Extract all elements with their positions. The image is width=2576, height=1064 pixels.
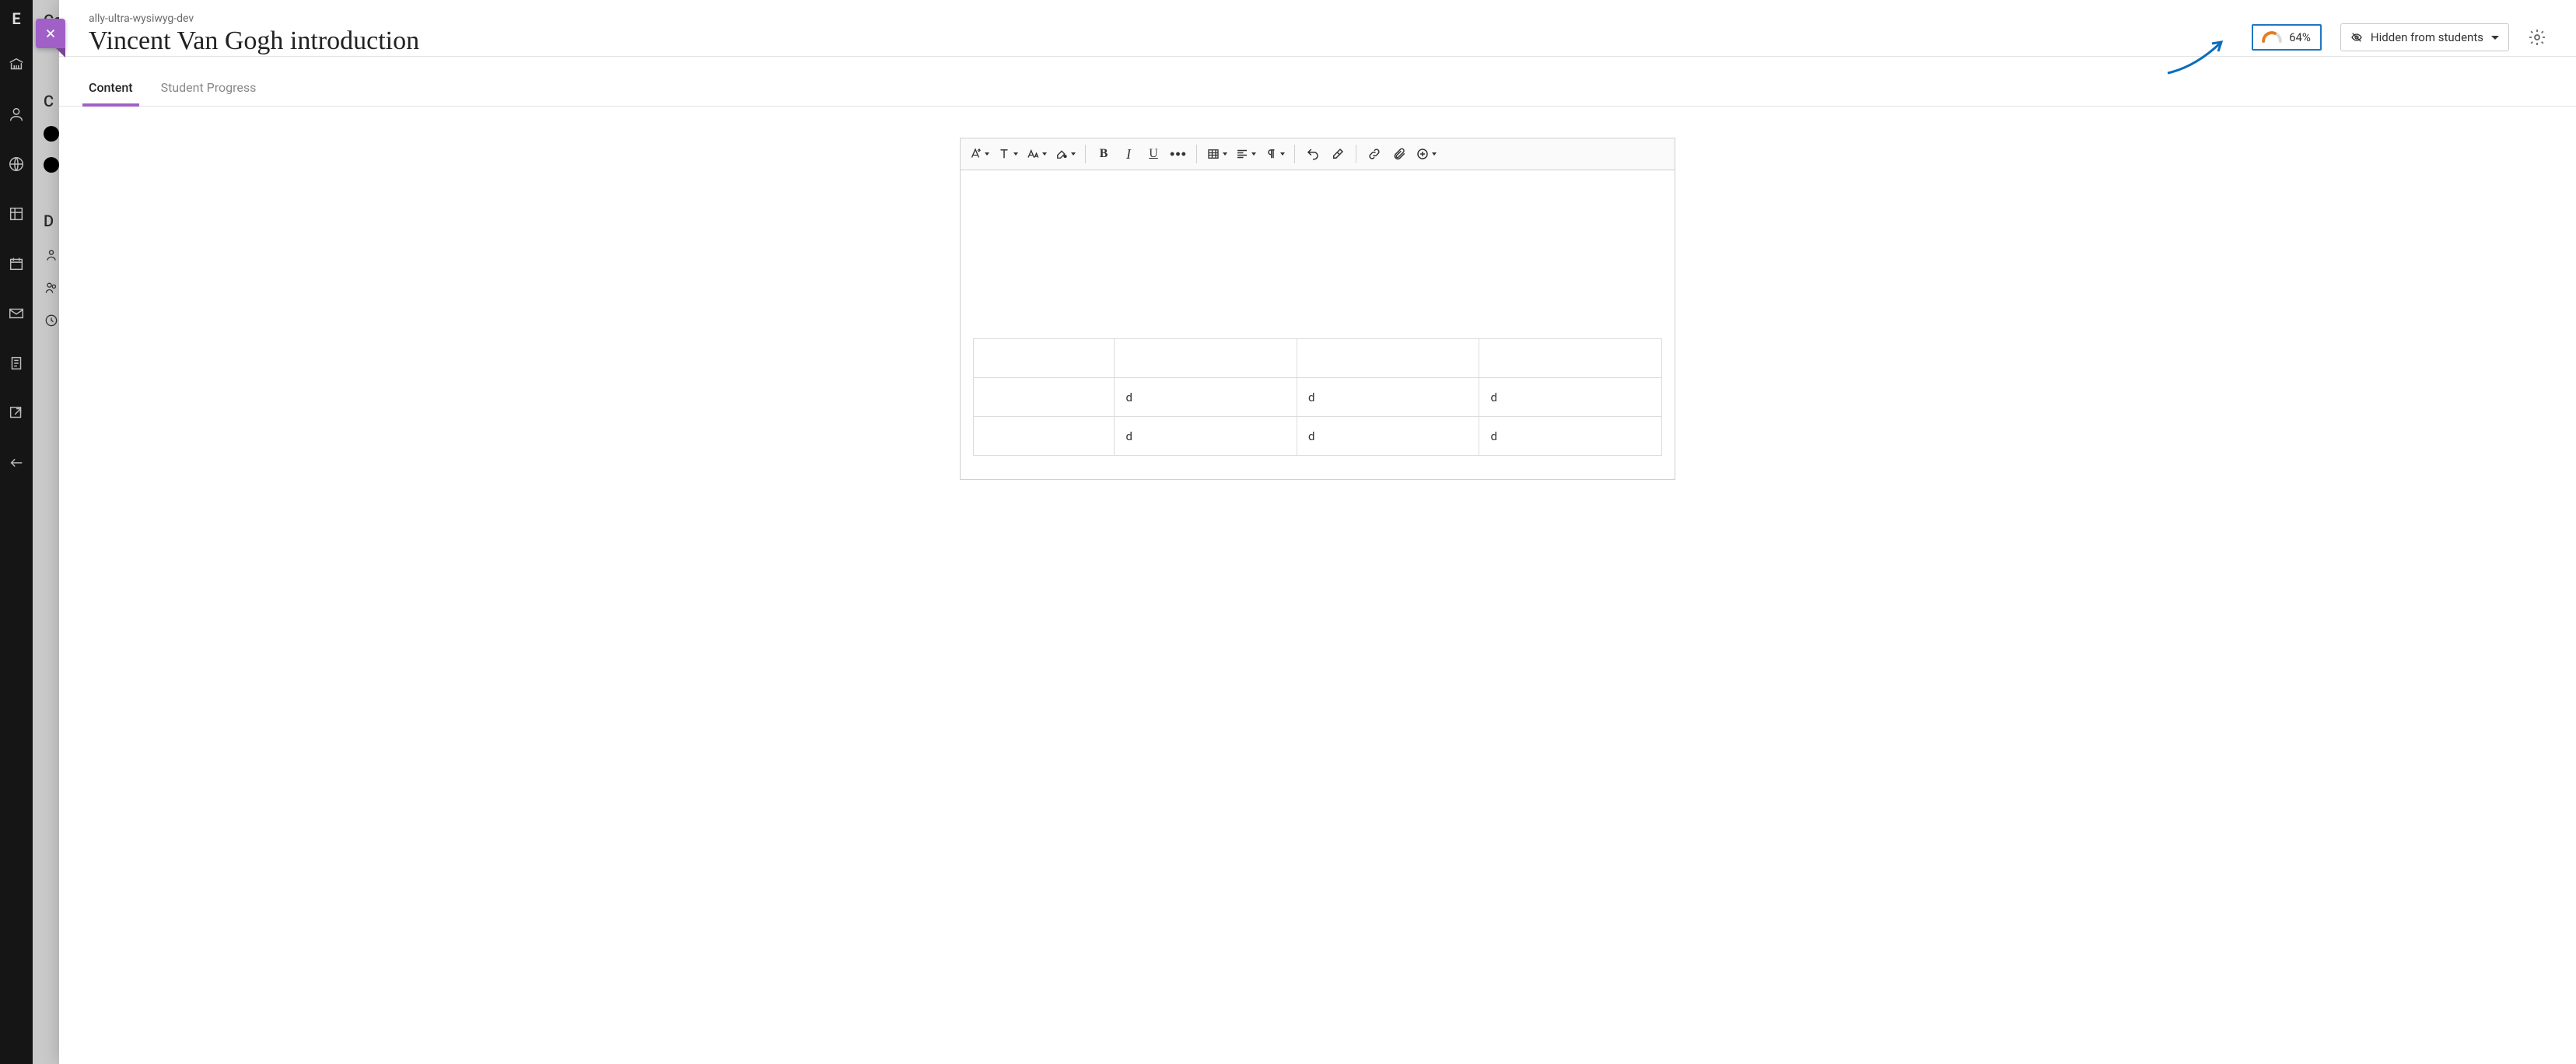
brand-letter: E <box>12 9 20 28</box>
plus-circle-icon <box>1416 147 1430 161</box>
more-formatting-button[interactable]: ••• <box>1167 142 1190 166</box>
table-cell[interactable]: d <box>1297 378 1479 417</box>
underline-button[interactable]: U <box>1142 142 1165 166</box>
paragraph-dropdown[interactable] <box>1261 142 1288 166</box>
color-dropdown[interactable] <box>1052 142 1079 166</box>
chevron-down-icon <box>1280 152 1285 156</box>
undo-button[interactable] <box>1301 142 1325 166</box>
calendar-icon[interactable] <box>8 255 25 272</box>
separator <box>1294 145 1295 163</box>
score-value: 64% <box>2289 30 2311 44</box>
table-cell[interactable]: d <box>1115 378 1297 417</box>
insert-dropdown[interactable] <box>1412 142 1440 166</box>
table-dropdown[interactable] <box>1203 142 1230 166</box>
chevron-down-icon <box>1013 152 1018 156</box>
avatar-bubble <box>44 126 59 142</box>
editor-area: B I U ••• <box>59 107 2576 1064</box>
separator <box>1196 145 1197 163</box>
paint-icon <box>1055 147 1069 161</box>
paragraph-icon <box>1264 147 1278 161</box>
paperclip-icon <box>1392 147 1406 161</box>
format-dropdown[interactable] <box>994 142 1021 166</box>
bold-button[interactable]: B <box>1092 142 1115 166</box>
table-cell[interactable] <box>974 378 1115 417</box>
doc-icon[interactable] <box>8 355 25 372</box>
people-icon <box>44 280 59 296</box>
share-icon[interactable] <box>8 404 25 422</box>
link-icon <box>1367 147 1381 161</box>
back-icon[interactable] <box>8 454 25 471</box>
font-size-icon <box>1026 147 1040 161</box>
chevron-down-icon <box>985 152 989 156</box>
chevron-down-icon <box>1042 152 1047 156</box>
close-icon <box>44 26 58 40</box>
table-icon <box>1206 147 1220 161</box>
table-cell[interactable]: d <box>1479 417 1662 456</box>
globe-icon[interactable] <box>8 156 25 173</box>
align-dropdown[interactable] <box>1232 142 1259 166</box>
tabs: Content Student Progress <box>59 72 2576 107</box>
attachment-button[interactable] <box>1388 142 1411 166</box>
user-icon[interactable] <box>8 106 25 123</box>
avatar-bubble <box>44 157 59 173</box>
font-size-dropdown[interactable] <box>1023 142 1050 166</box>
format-icon <box>997 147 1011 161</box>
underline-icon: U <box>1149 147 1158 161</box>
chevron-down-icon <box>1071 152 1076 156</box>
table-cell[interactable] <box>1297 339 1479 378</box>
table-row: d d d <box>974 417 1662 456</box>
chevron-down-icon <box>1432 152 1437 156</box>
chevron-down-icon <box>1223 152 1227 156</box>
settings-button[interactable] <box>2528 28 2546 47</box>
tab-student-progress[interactable]: Student Progress <box>158 72 260 106</box>
table-cell[interactable] <box>974 417 1115 456</box>
chevron-down-icon <box>2491 36 2499 40</box>
breadcrumb: ally-ultra-wysiwyg-dev <box>89 12 2236 25</box>
hidden-icon <box>2350 31 2363 44</box>
clear-format-button[interactable] <box>1326 142 1349 166</box>
separator <box>1085 145 1086 163</box>
person-icon <box>44 247 59 263</box>
align-icon <box>1235 147 1249 161</box>
link-button[interactable] <box>1363 142 1386 166</box>
italic-button[interactable]: I <box>1117 142 1140 166</box>
table-cell[interactable] <box>1479 339 1662 378</box>
undo-icon <box>1306 147 1320 161</box>
text-style-icon <box>968 147 982 161</box>
visibility-dropdown[interactable]: Hidden from students <box>2340 23 2509 51</box>
editor-modal: ally-ultra-wysiwyg-dev Vincent Van Gogh … <box>59 0 2576 1064</box>
modal-header: ally-ultra-wysiwyg-dev Vincent Van Gogh … <box>59 0 2576 57</box>
mail-icon[interactable] <box>8 305 25 322</box>
content-blank <box>973 183 1662 338</box>
table-cell[interactable]: d <box>1115 417 1297 456</box>
editor-body[interactable]: d d d d d d <box>961 170 1675 479</box>
table-row: d d d <box>974 378 1662 417</box>
tab-content[interactable]: Content <box>86 72 136 106</box>
gauge-icon <box>2261 30 2283 44</box>
app-rail: E <box>0 0 33 1064</box>
text-style-dropdown[interactable] <box>965 142 992 166</box>
editor-toolbar: B I U ••• <box>961 138 1675 170</box>
accessibility-score-button[interactable]: 64% <box>2252 24 2322 51</box>
table-cell[interactable] <box>974 339 1115 378</box>
chevron-down-icon <box>1251 152 1256 156</box>
more-icon: ••• <box>1170 146 1187 163</box>
eraser-icon <box>1331 147 1345 161</box>
table-cell[interactable]: d <box>1479 378 1662 417</box>
table-cell[interactable] <box>1115 339 1297 378</box>
close-button[interactable] <box>36 19 65 48</box>
institution-icon[interactable] <box>8 56 25 73</box>
content-table[interactable]: d d d d d d <box>973 338 1662 456</box>
visibility-label: Hidden from students <box>2371 30 2483 44</box>
grid-icon[interactable] <box>8 205 25 222</box>
page-title[interactable]: Vincent Van Gogh introduction <box>89 26 2236 56</box>
wysiwyg-editor: B I U ••• <box>960 138 1675 480</box>
bold-icon: B <box>1100 147 1108 161</box>
italic-icon: I <box>1126 146 1131 163</box>
gear-icon <box>2528 28 2546 47</box>
table-cell[interactable]: d <box>1297 417 1479 456</box>
table-row <box>974 339 1662 378</box>
clock-icon <box>44 313 59 328</box>
